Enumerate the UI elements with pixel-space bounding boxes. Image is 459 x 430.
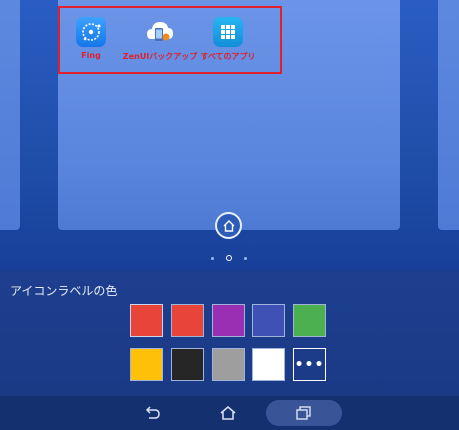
color-swatch[interactable] <box>212 348 245 381</box>
color-swatch[interactable] <box>252 348 285 381</box>
color-swatch[interactable] <box>171 348 204 381</box>
color-swatch[interactable] <box>293 304 326 337</box>
page-dot[interactable] <box>211 257 214 260</box>
color-swatch[interactable] <box>171 304 204 337</box>
page-dot[interactable] <box>244 257 247 260</box>
back-arrow-icon <box>145 406 160 419</box>
right-page-preview[interactable] <box>438 0 459 230</box>
color-swatch[interactable] <box>130 348 163 381</box>
back-button[interactable] <box>138 400 166 426</box>
navigation-bar <box>0 396 459 430</box>
page-dot-active[interactable] <box>226 255 232 261</box>
highlight-box <box>58 6 282 74</box>
color-swatch[interactable] <box>130 304 163 337</box>
color-swatch[interactable] <box>212 304 245 337</box>
home-button[interactable] <box>214 400 242 426</box>
more-label: ••• <box>294 356 325 373</box>
home-page-button[interactable] <box>215 212 242 239</box>
left-page-preview[interactable] <box>0 0 20 230</box>
home-icon <box>223 219 234 232</box>
home-outline-icon <box>220 406 236 420</box>
label-color-panel: アイコンラベルの色 ••• <box>0 272 459 396</box>
home-screen-preview: Fing ZenUIバックアップ すべてのアプリ <box>0 0 459 270</box>
recent-apps-icon <box>296 406 311 420</box>
color-swatch[interactable] <box>252 304 285 337</box>
more-colors-button[interactable]: ••• <box>293 348 326 381</box>
panel-title: アイコンラベルの色 <box>10 284 118 298</box>
recent-apps-button[interactable] <box>266 400 342 426</box>
